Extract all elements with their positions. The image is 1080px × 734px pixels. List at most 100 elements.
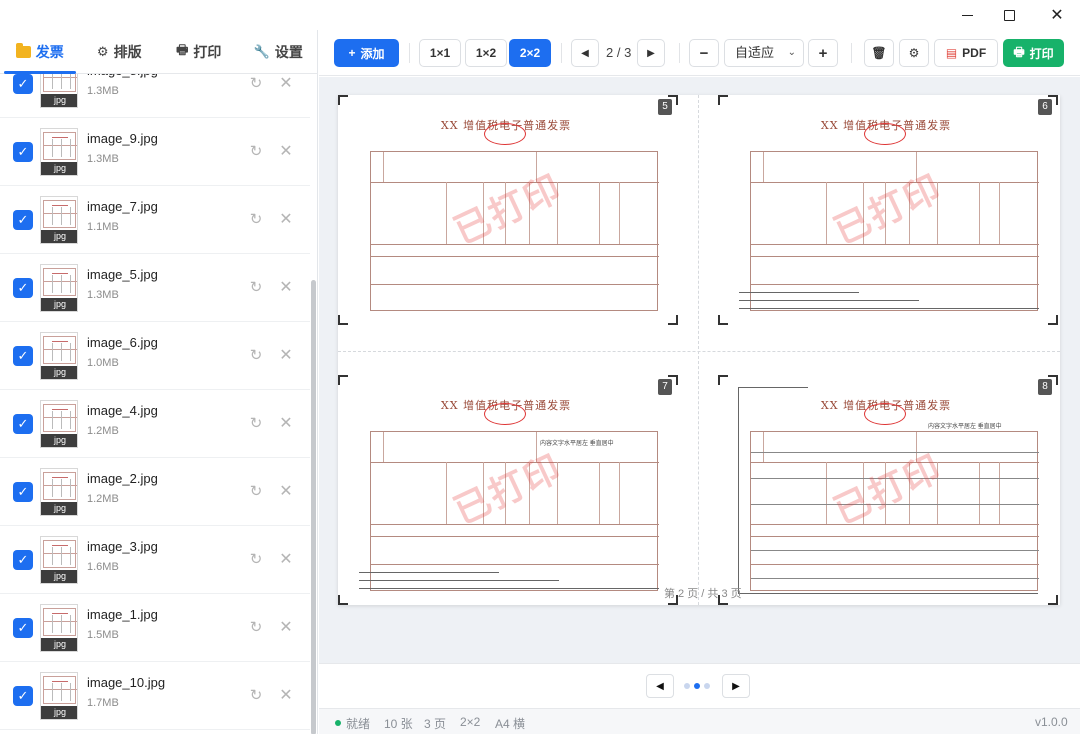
folder-icon <box>15 42 31 58</box>
preview-cell[interactable]: 6 XX 增值税电子普通发票 已打印 <box>718 95 1058 325</box>
checkbox[interactable]: ✓ <box>13 210 33 230</box>
remove-icon[interactable]: ✕ <box>277 278 295 296</box>
pager-next-button[interactable]: ▶ <box>722 674 750 698</box>
file-list: ✓ jpg image_8.jpg 1.3MB ↻ ✕ ✓ jpg image_9.jpg 1.3… <box>0 74 310 734</box>
remove-icon[interactable]: ✕ <box>277 414 295 432</box>
checkbox[interactable]: ✓ <box>13 550 33 570</box>
rotate-icon[interactable]: ↻ <box>247 278 265 296</box>
chevron-left-icon: ◀ <box>581 47 589 59</box>
vertical-divider <box>698 95 699 605</box>
checkbox[interactable]: ✓ <box>13 482 33 502</box>
maximize-button[interactable] <box>986 0 1032 30</box>
checkbox[interactable]: ✓ <box>13 278 33 298</box>
delete-button[interactable]: 🗑 <box>864 39 894 67</box>
file-list-scrollbar[interactable] <box>311 280 316 734</box>
tab-invoices[interactable]: 发票 <box>0 30 80 74</box>
zoom-in-button[interactable]: + <box>808 39 838 67</box>
invoice-thumbnail: jpg <box>40 74 78 108</box>
toolbar-divider <box>409 43 410 63</box>
invoice-seal <box>864 403 906 425</box>
rotate-icon[interactable]: ↻ <box>247 74 265 92</box>
rotate-icon[interactable]: ↻ <box>247 210 265 228</box>
rotate-icon[interactable]: ↻ <box>247 550 265 568</box>
file-type-tag: jpg <box>41 706 77 719</box>
gear-icon: ⚙ <box>96 43 109 59</box>
preview-cell[interactable]: 5 XX 增值税电子普通发票 已打印 <box>338 95 678 325</box>
checkbox[interactable]: ✓ <box>13 142 33 162</box>
zoom-out-button[interactable]: − <box>689 39 719 67</box>
gear-icon: ⚙ <box>908 46 920 60</box>
file-name: image_3.jpg <box>87 539 158 554</box>
remove-icon[interactable]: ✕ <box>277 686 295 704</box>
checkbox[interactable]: ✓ <box>13 618 33 638</box>
checkbox[interactable]: ✓ <box>13 74 33 94</box>
layout-1x1-button[interactable]: 1×1 <box>419 39 461 67</box>
preview-page: 5 XX 增值税电子普通发票 已打印 6 XX 增值税电子普通发票 已打印 7 … <box>338 95 1060 605</box>
invoice-thumbnail: jpg <box>40 604 78 652</box>
crop-mark <box>338 95 348 105</box>
checkbox[interactable]: ✓ <box>13 686 33 706</box>
file-name: image_4.jpg <box>87 403 158 418</box>
remove-icon[interactable]: ✕ <box>277 550 295 568</box>
invoice-thumbnail: jpg <box>40 400 78 448</box>
close-window-button[interactable]: ✕ <box>1034 0 1080 30</box>
file-list-item[interactable]: ✓ jpg image_2.jpg 1.2MB ↻ ✕ <box>0 458 310 526</box>
remove-icon[interactable]: ✕ <box>277 74 295 92</box>
rotate-icon[interactable]: ↻ <box>247 346 265 364</box>
toolbar-divider <box>851 43 852 63</box>
export-pdf-button[interactable]: ▤ PDF <box>934 39 998 67</box>
layout-1x2-button[interactable]: 1×2 <box>465 39 507 67</box>
pager-prev-button[interactable]: ◀ <box>646 674 674 698</box>
file-list-item[interactable]: ✓ jpg image_5.jpg 1.3MB ↻ ✕ <box>0 254 310 322</box>
pager-dot-3[interactable] <box>704 683 710 689</box>
page-footer: 第 2 页 / 共 3 页 <box>664 588 742 600</box>
next-page-button[interactable]: ▶ <box>637 39 665 67</box>
rotate-icon[interactable]: ↻ <box>247 142 265 160</box>
tab-layout[interactable]: ⚙ 排版 <box>80 30 160 73</box>
file-type-tag: jpg <box>41 366 77 379</box>
remove-icon[interactable]: ✕ <box>277 210 295 228</box>
checkbox[interactable]: ✓ <box>13 346 33 366</box>
toolbar: + 添加 1×1 1×2 2×2 ◀ 2 / 3 ▶ − 自适应 ⌄ + 🗑 ⚙… <box>319 30 1080 76</box>
zoom-select[interactable]: 自适应 ⌄ <box>724 39 804 67</box>
preview-cell[interactable]: 8 XX 增值税电子普通发票 内容文字水平居左 垂直居中 已打印 <box>718 375 1058 605</box>
tab-print[interactable]: 🖶 打印 <box>159 30 239 73</box>
checkbox[interactable]: ✓ <box>13 414 33 434</box>
plus-icon: + <box>348 46 356 60</box>
prev-page-button[interactable]: ◀ <box>571 39 599 67</box>
layout-2x2-button[interactable]: 2×2 <box>509 39 551 67</box>
file-list-item[interactable]: ✓ jpg image_3.jpg 1.6MB ↻ ✕ <box>0 526 310 594</box>
remove-icon[interactable]: ✕ <box>277 142 295 160</box>
add-button[interactable]: + 添加 <box>334 39 399 67</box>
file-list-item[interactable]: ✓ jpg image_1.jpg 1.5MB ↻ ✕ <box>0 594 310 662</box>
file-type-tag: jpg <box>41 230 77 243</box>
print-button[interactable]: 🖶 打印 <box>1003 39 1064 67</box>
file-list-item[interactable]: ✓ jpg image_7.jpg 1.1MB ↻ ✕ <box>0 186 310 254</box>
invoice-thumbnail: jpg <box>40 196 78 244</box>
print-label: 打印 <box>1029 46 1054 61</box>
settings-button[interactable]: ⚙ <box>899 39 929 67</box>
preview-cell[interactable]: 7 XX 增值税电子普通发票 内容文字水平居左 垂直居中 已打印 <box>338 375 678 605</box>
file-list-item[interactable]: ✓ jpg image_10.jpg 1.7MB ↻ ✕ <box>0 662 310 730</box>
rotate-icon[interactable]: ↻ <box>247 414 265 432</box>
rotate-icon[interactable]: ↻ <box>247 686 265 704</box>
tab-settings[interactable]: 🔧 设置 <box>239 30 319 73</box>
status-layout: 2×2 <box>460 715 481 729</box>
zoom-value: 自适应 <box>735 45 775 60</box>
pager-dot-1[interactable] <box>684 683 690 689</box>
remove-icon[interactable]: ✕ <box>277 618 295 636</box>
invoice-thumbnail: jpg <box>40 128 78 176</box>
file-type-tag: jpg <box>41 638 77 651</box>
remove-icon[interactable]: ✕ <box>277 346 295 364</box>
file-list-item[interactable]: ✓ jpg image_6.jpg 1.0MB ↻ ✕ <box>0 322 310 390</box>
status-state: 就绪 <box>346 717 371 731</box>
invoice-thumbnail: jpg <box>40 264 78 312</box>
minimize-button[interactable] <box>944 0 990 30</box>
rotate-icon[interactable]: ↻ <box>247 618 265 636</box>
file-list-item[interactable]: ✓ jpg image_8.jpg 1.3MB ↻ ✕ <box>0 74 310 118</box>
file-list-item[interactable]: ✓ jpg image_4.jpg 1.2MB ↻ ✕ <box>0 390 310 458</box>
file-list-item[interactable]: ✓ jpg image_9.jpg 1.3MB ↻ ✕ <box>0 118 310 186</box>
remove-icon[interactable]: ✕ <box>277 482 295 500</box>
rotate-icon[interactable]: ↻ <box>247 482 265 500</box>
pager-dot-2[interactable] <box>694 683 700 689</box>
